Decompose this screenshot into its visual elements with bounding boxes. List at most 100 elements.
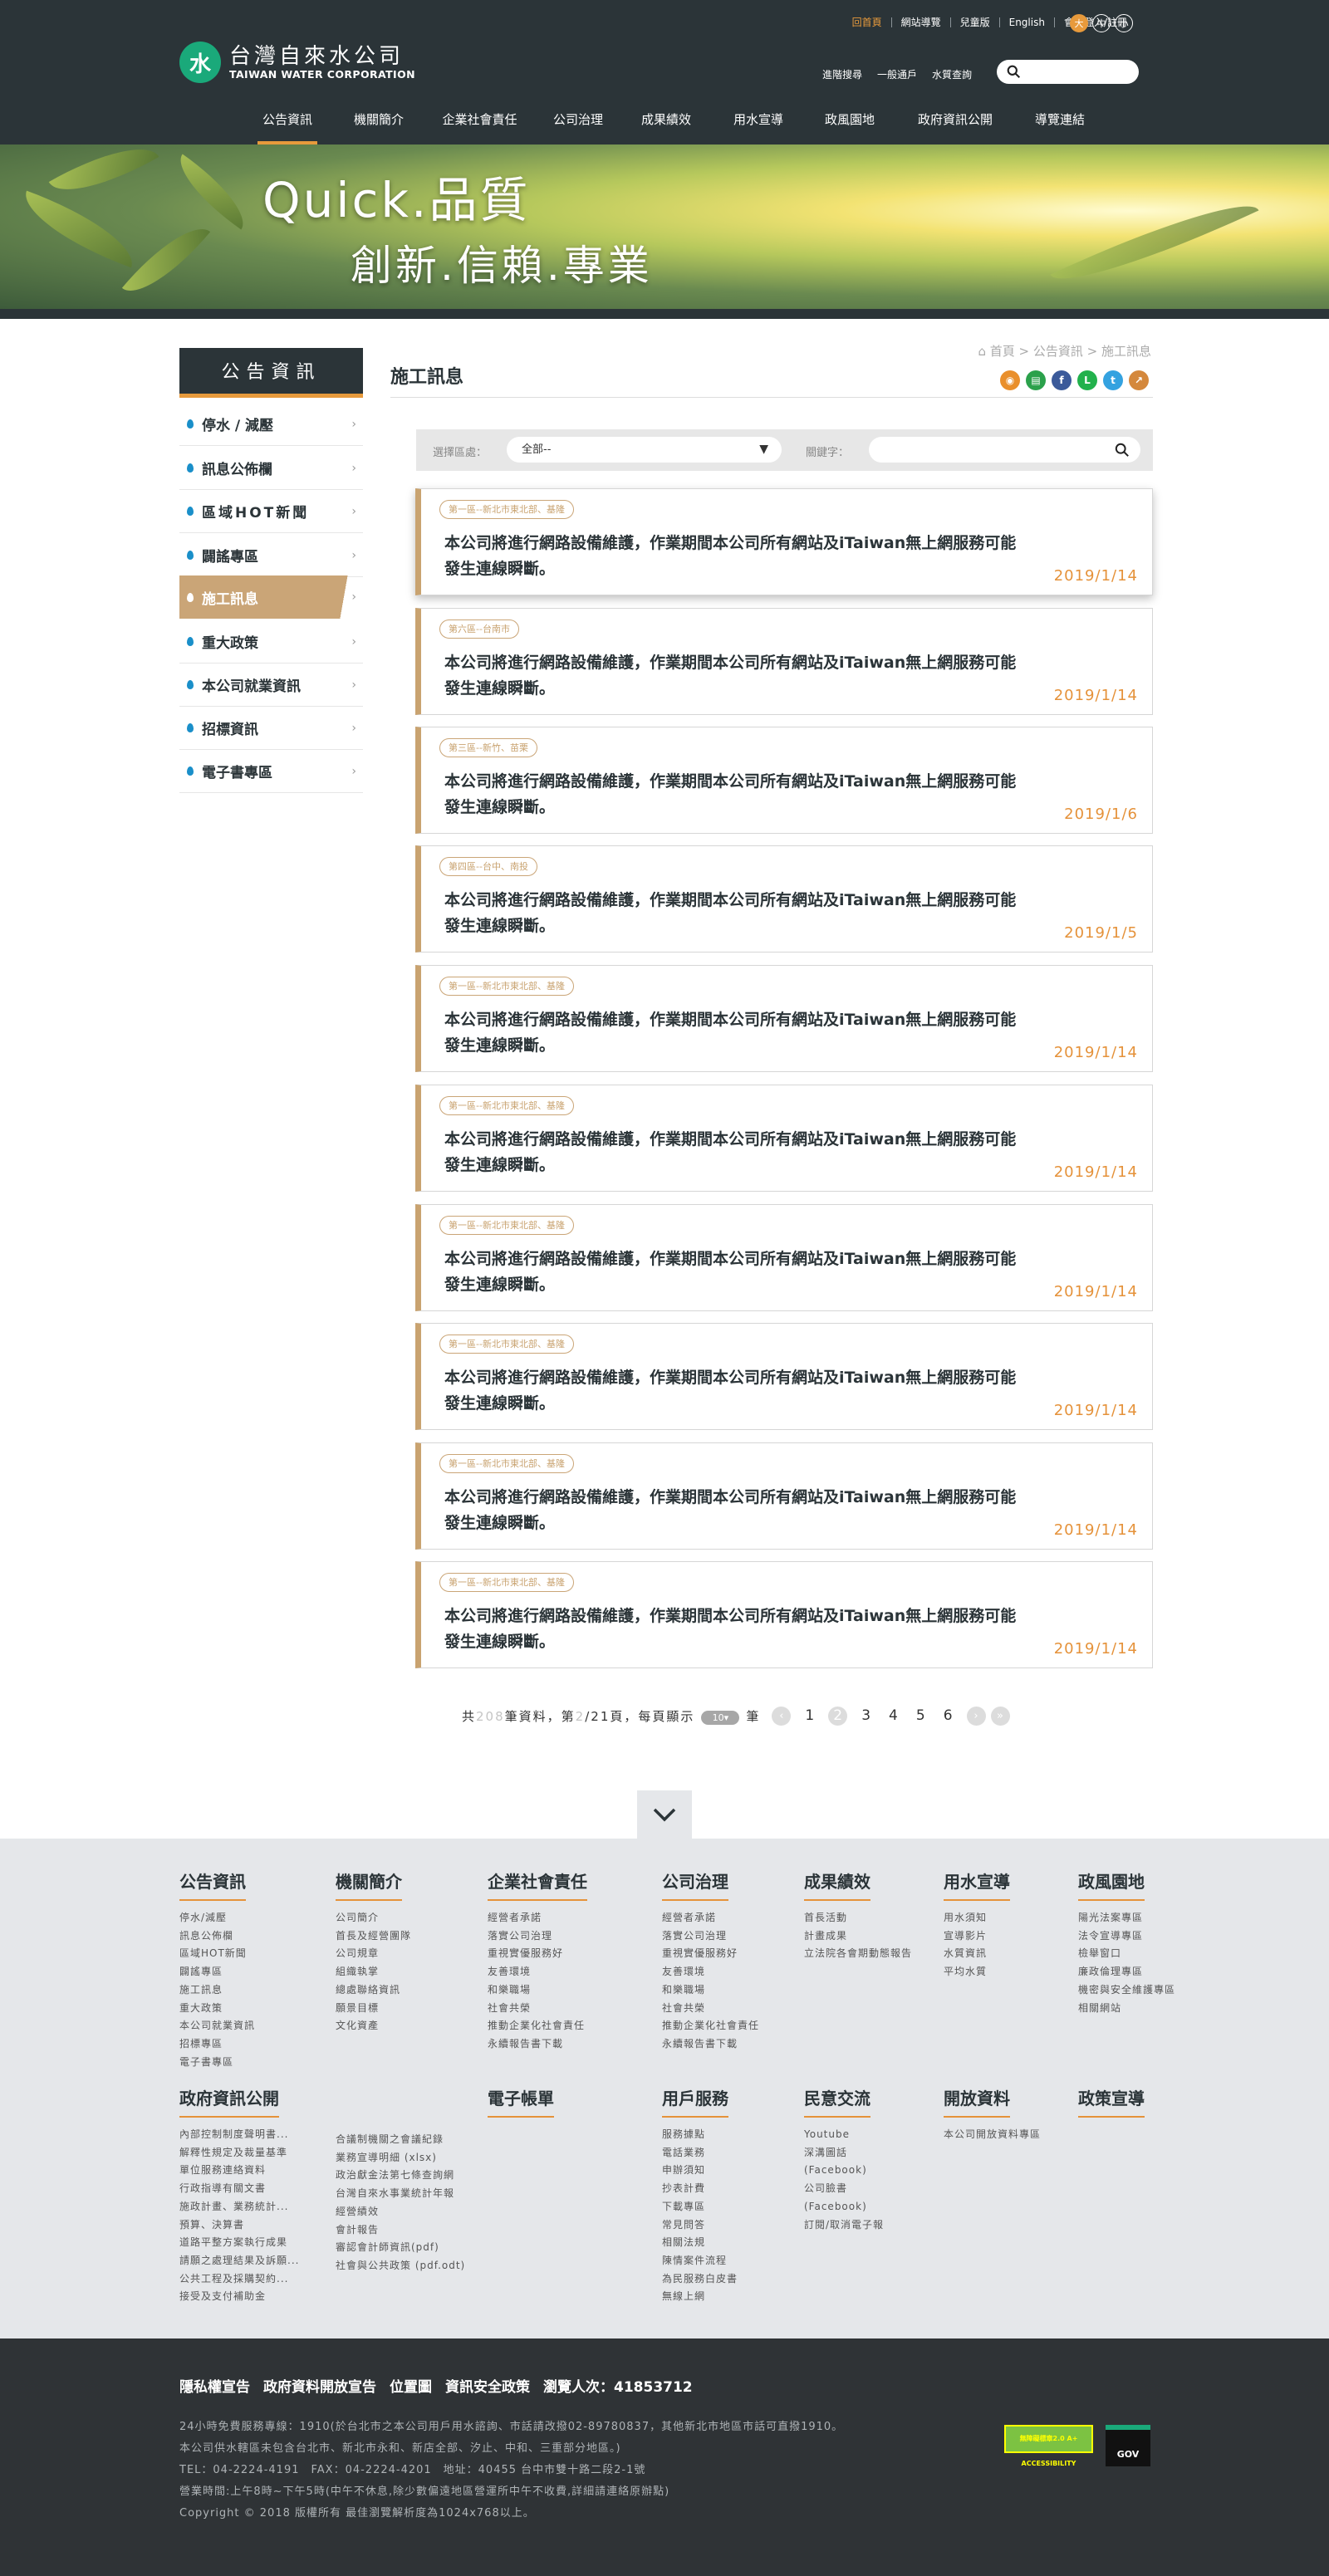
next-page-button[interactable]: › (966, 1706, 986, 1726)
gov-badge[interactable]: GOV (1106, 2425, 1150, 2466)
privacy-link[interactable]: 隱私權宣告 (179, 2375, 250, 2396)
footer-link[interactable]: 經營者承諾 (488, 1909, 587, 1927)
footer-link[interactable]: 道路平整方案執行成果 (179, 2234, 299, 2252)
page-link-4[interactable]: 4 (889, 1707, 898, 1724)
english-link[interactable]: English (998, 17, 1054, 27)
footer-column-title[interactable]: 開放資料 (944, 2085, 1010, 2118)
footer-link[interactable]: 服務據點 (662, 2126, 738, 2144)
sidebar-item-hot-news[interactable]: 區域HOT新聞 › (179, 490, 363, 533)
footer-link[interactable]: 文化資產 (336, 2017, 411, 2035)
notice-text[interactable]: 本公司將進行網路設備維護，作業期間本公司所有網站及iTaiwan無上網服務可能發… (444, 1007, 1026, 1059)
footer-link[interactable]: 招標專區 (179, 2035, 255, 2054)
nav-ethics[interactable]: 政風園地 (820, 110, 880, 144)
footer-link[interactable]: 經營績效 (336, 2203, 465, 2221)
footer-link[interactable]: 首長及經營團隊 (336, 1927, 411, 1946)
notice-text[interactable]: 本公司將進行網路設備維護，作業期間本公司所有網站及iTaiwan無上網服務可能發… (444, 1485, 1026, 1536)
notice-card[interactable]: 第四區--台中、南投 本公司將進行網路設備維護，作業期間本公司所有網站及iTaiw… (415, 845, 1153, 953)
font-large-button[interactable]: 大 (1070, 14, 1088, 32)
footer-link[interactable]: Youtube (804, 2126, 884, 2144)
footer-link[interactable]: 訊息公佈欄 (179, 1927, 255, 1946)
footer-link[interactable]: 審認會計師資訊(pdf) (336, 2239, 465, 2257)
footer-link[interactable]: 本公司就業資訊 (179, 2017, 255, 2035)
nav-performance[interactable]: 成果績效 (636, 110, 696, 144)
breadcrumb[interactable]: ⌂ 首頁 > 公告資訊 > 施工訊息 (978, 342, 1151, 360)
notice-text[interactable]: 本公司將進行網路設備維護，作業期間本公司所有網站及iTaiwan無上網服務可能發… (444, 1246, 1026, 1298)
footer-link[interactable]: 檢舉窗口 (1078, 1945, 1175, 1963)
footer-column-title[interactable]: 成果績效 (804, 1868, 870, 1901)
footer-link[interactable]: 願景目標 (336, 2000, 411, 2018)
footer-link[interactable]: 行政指導有關文書 (179, 2180, 299, 2198)
footer-link[interactable]: 接受及支付補助金 (179, 2288, 299, 2306)
footer-column-title[interactable]: 機關簡介 (336, 1868, 402, 1901)
footer-link[interactable]: 政治獻金法第七條查詢網 (336, 2167, 465, 2185)
page-link-2[interactable]: 2 (828, 1706, 848, 1726)
footer-link[interactable]: 友善環境 (488, 1963, 587, 1981)
notice-text[interactable]: 本公司將進行網路設備維護，作業期間本公司所有網站及iTaiwan無上網服務可能發… (444, 531, 1026, 582)
footer-column-title[interactable]: 企業社會責任 (488, 1868, 587, 1901)
facebook-icon[interactable]: f (1052, 370, 1072, 390)
footer-column-title[interactable]: 用戶服務 (662, 2085, 728, 2118)
nav-guide-links[interactable]: 導覽連結 (1030, 110, 1090, 144)
footer-link[interactable]: 公共工程及採購契約... (179, 2270, 299, 2289)
notice-card[interactable]: 第一區--新北市東北部、基隆 本公司將進行網路設備維護，作業期間本公司所有網站及i… (415, 1204, 1153, 1311)
general-account-link[interactable]: 一般通戶 (877, 67, 917, 81)
location-map-link[interactable]: 位置圖 (390, 2375, 432, 2396)
footer-column-title[interactable]: 公告資訊 (179, 1868, 246, 1901)
footer-link[interactable]: 重大政策 (179, 2000, 255, 2018)
footer-link[interactable]: 台灣自來水事業統計年報 (336, 2185, 465, 2203)
page-link-3[interactable]: 3 (861, 1707, 870, 1724)
sidebar-item-policy[interactable]: 重大政策 › (179, 620, 363, 664)
footer-link[interactable]: 預算、決算書 (179, 2216, 299, 2235)
search-icon[interactable] (1007, 65, 1021, 79)
footer-link[interactable]: 法令宣導專區 (1078, 1927, 1175, 1946)
line-icon[interactable]: L (1077, 370, 1097, 390)
page-link-1[interactable]: 1 (805, 1707, 814, 1724)
footer-link[interactable]: 宣導影片 (944, 1927, 1010, 1946)
notice-text[interactable]: 本公司將進行網路設備維護，作業期間本公司所有網站及iTaiwan無上網服務可能發… (444, 769, 1026, 820)
notice-text[interactable]: 本公司將進行網路設備維護，作業期間本公司所有網站及iTaiwan無上網服務可能發… (444, 1365, 1026, 1417)
footer-link[interactable]: 重視實優服務好 (662, 1945, 759, 1963)
footer-link[interactable]: 區域HOT新聞 (179, 1945, 255, 1963)
security-policy-link[interactable]: 資訊安全政策 (445, 2375, 530, 2396)
footer-link[interactable]: 電子書專區 (179, 2054, 255, 2072)
footer-link[interactable]: 為民服務白皮書 (662, 2270, 738, 2289)
footer-link[interactable]: 總處聯絡資訊 (336, 1981, 411, 2000)
footer-link[interactable]: 組織執掌 (336, 1963, 411, 1981)
footer-link[interactable]: 深溝圖話 (804, 2144, 884, 2162)
font-medium-button[interactable]: 中 (1092, 14, 1111, 32)
footer-link[interactable]: 解釋性規定及裁量基準 (179, 2144, 299, 2162)
nav-announcements[interactable]: 公告資訊 (257, 110, 317, 144)
footer-link[interactable]: 會計報告 (336, 2221, 465, 2240)
footer-column-title[interactable]: 電子帳單 (488, 2085, 554, 2118)
sidebar-item-tenders[interactable]: 招標資訊 › (179, 707, 363, 750)
advanced-search-link[interactable]: 進階搜尋 (822, 67, 862, 81)
footer-link[interactable]: 立法院各會期動態報告 (804, 1945, 912, 1963)
footer-link[interactable]: 相關法規 (662, 2234, 738, 2252)
footer-link[interactable]: (Facebook) (804, 2162, 884, 2180)
rss-icon[interactable]: ◉ (1000, 370, 1020, 390)
footer-link[interactable]: 公司臉書 (804, 2180, 884, 2198)
page-link-5[interactable]: 5 (916, 1707, 925, 1724)
keyword-input[interactable] (869, 437, 1140, 463)
page-link-6[interactable]: 6 (944, 1707, 953, 1724)
footer-column-title[interactable]: 用水宣導 (944, 1868, 1010, 1901)
font-small-button[interactable]: 小 (1115, 14, 1133, 32)
notice-card[interactable]: 第一區--新北市東北部、基隆 本公司將進行網路設備維護，作業期間本公司所有網站及i… (415, 1442, 1153, 1550)
footer-link[interactable]: 公司規章 (336, 1945, 411, 1963)
footer-link[interactable]: 闢謠專區 (179, 1963, 255, 1981)
search-icon[interactable] (1115, 443, 1130, 458)
footer-link[interactable]: 推動企業化社會責任 (662, 2017, 759, 2035)
footer-link[interactable]: 停水/減壓 (179, 1909, 255, 1927)
notice-card[interactable]: 第一區--新北市東北部、基隆 本公司將進行網路設備維護，作業期間本公司所有網站及i… (415, 488, 1153, 595)
footer-link[interactable]: 用水須知 (944, 1909, 1010, 1927)
nav-governance[interactable]: 公司治理 (548, 110, 608, 144)
footer-link[interactable]: 合議制機關之會議紀錄 (336, 2131, 465, 2149)
footer-link[interactable]: 推動企業化社會責任 (488, 2017, 587, 2035)
footer-column-title[interactable]: 民意交流 (804, 2085, 870, 2118)
footer-link[interactable]: 業務宣導明細 (xlsx) (336, 2149, 465, 2167)
nav-about[interactable]: 機關簡介 (349, 110, 409, 144)
footer-link[interactable]: 和樂職場 (662, 1981, 759, 2000)
home-link[interactable]: 回首頁 (843, 17, 891, 27)
prev-page-button[interactable]: ‹ (772, 1706, 792, 1726)
twitter-icon[interactable]: t (1103, 370, 1123, 390)
